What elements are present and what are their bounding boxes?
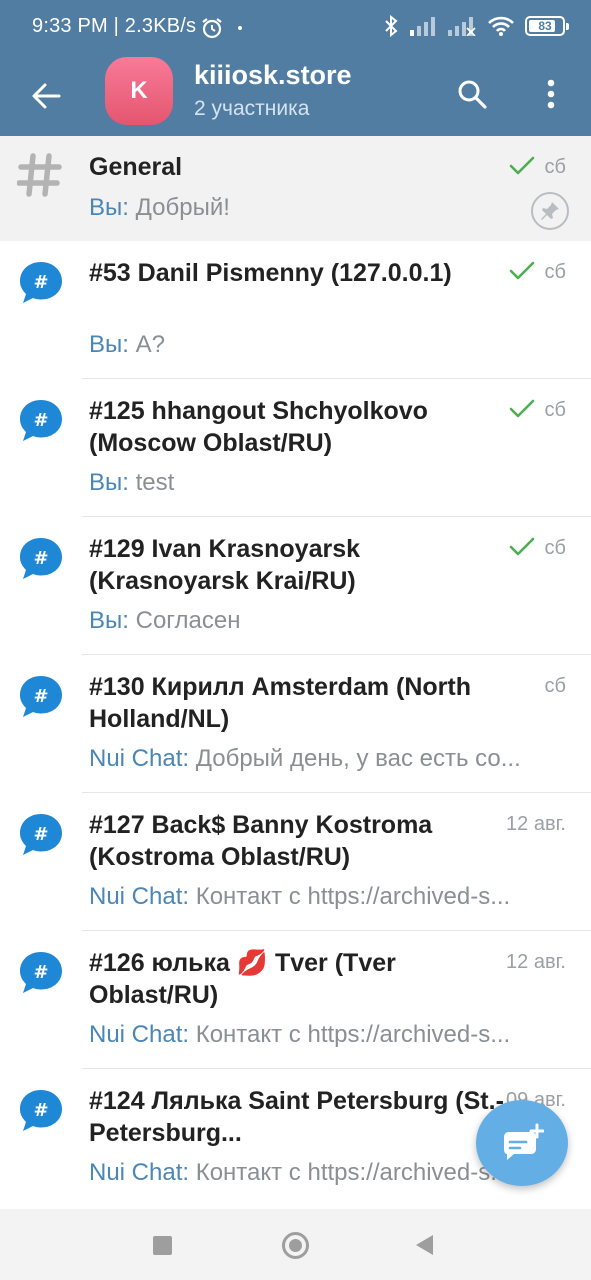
preview-text: Контакт с https://archived-s...	[189, 1021, 511, 1048]
arrow-left-icon	[32, 83, 61, 109]
more-vertical-icon	[547, 79, 555, 109]
read-check-icon	[509, 399, 535, 418]
topic-hash-bubble-icon: #	[20, 952, 62, 993]
topic-name: #129 Ivan Krasnoyarsk (Krasnoyarsk Krai/…	[89, 535, 361, 595]
preview-text: Контакт с https://archived-s...	[189, 883, 511, 910]
more-options-button[interactable]	[528, 70, 574, 118]
preview-text: Согласен	[128, 607, 241, 634]
svg-text:#: #	[33, 548, 48, 569]
search-icon	[458, 80, 487, 109]
group-title[interactable]: kiiiosk.store	[194, 60, 352, 91]
topic-date: сб	[544, 399, 566, 421]
topic-preview: Вы: А?	[89, 331, 559, 359]
back-button[interactable]	[22, 72, 70, 120]
status-bar: 9:33 PM | 2.3KB/s 83	[0, 0, 591, 56]
group-avatar[interactable]: K	[105, 57, 173, 125]
new-topic-button[interactable]	[476, 1100, 568, 1186]
topic-row[interactable]: # #129 Ivan Krasnoyarsk (Krasnoyarsk Kra…	[0, 517, 591, 655]
new-message-icon	[504, 1123, 544, 1160]
pin-icon	[531, 192, 569, 230]
chat-header: K kiiiosk.store 2 участника	[0, 56, 591, 136]
dot-icon	[238, 26, 242, 30]
topic-name: #127 Back$ Banny Kostroma (Kostroma Obla…	[89, 811, 433, 871]
topic-hash-bubble-icon: #	[20, 538, 62, 579]
preview-sender: Вы:	[89, 194, 129, 221]
preview-sender: Nui Chat:	[89, 745, 190, 772]
topic-preview: Вы: Добрый!	[89, 194, 559, 222]
topic-preview: Вы: test	[89, 469, 559, 497]
topic-name: #126 юлька 💋 Tver (Tver Oblast/RU)	[89, 949, 396, 1009]
search-button[interactable]	[448, 70, 496, 118]
status-icons: 83	[383, 14, 569, 38]
status-time: 9:33 PM | 2.3KB/s	[32, 15, 197, 37]
svg-text:#: #	[33, 410, 48, 431]
topic-name: #130 Кирилл Amsterdam (North Holland/NL)	[89, 673, 472, 733]
topic-date: сб	[544, 537, 566, 559]
avatar-letter: K	[130, 77, 148, 104]
topic-row[interactable]: # #125 hhangout Shchyolkovo (Moscow Obla…	[0, 379, 591, 517]
preview-text: Добрый день, у вас есть со...	[189, 745, 521, 772]
preview-sender: Nui Chat:	[89, 883, 190, 910]
topic-row-general[interactable]: General сб Вы: Добрый!	[0, 136, 591, 241]
topic-preview: Nui Chat: Добрый день, у вас есть со...	[89, 745, 559, 773]
svg-text:#: #	[33, 1100, 48, 1121]
topic-hash-bubble-icon: #	[20, 814, 62, 855]
battery-level: 83	[538, 19, 552, 33]
svg-text:#: #	[33, 686, 48, 707]
recents-icon[interactable]	[153, 1236, 172, 1255]
preview-text: Контакт с https://archived-s...	[189, 1159, 511, 1186]
svg-text:#: #	[33, 824, 48, 845]
topic-name: #53 Danil Pismenny (127.0.0.1)	[89, 259, 452, 287]
topic-date: сб	[544, 156, 566, 178]
preview-sender: Nui Chat:	[89, 1021, 190, 1048]
topic-name: #125 hhangout Shchyolkovo (Moscow Oblast…	[89, 397, 428, 457]
topic-row[interactable]: # #53 Danil Pismenny (127.0.0.1) сб Вы: …	[0, 241, 591, 379]
svg-text:#: #	[33, 272, 48, 293]
hash-icon	[17, 153, 62, 197]
back-triangle-icon[interactable]	[416, 1235, 433, 1255]
topic-date: 12 авг.	[506, 813, 566, 835]
wifi-icon	[488, 16, 514, 36]
read-check-icon	[509, 156, 535, 175]
topic-hash-bubble-icon: #	[20, 262, 62, 303]
topic-date: сб	[544, 675, 566, 697]
preview-text: test	[128, 469, 175, 496]
read-check-icon	[509, 261, 535, 280]
topic-hash-bubble-icon: #	[20, 400, 62, 441]
topic-list: General сб Вы: Добрый! # #53 Danil Pisme…	[0, 136, 591, 1207]
svg-text:#: #	[33, 962, 48, 983]
battery-icon: 83	[525, 16, 569, 36]
preview-sender: Вы:	[89, 469, 129, 496]
topic-date: 12 авг.	[506, 951, 566, 973]
preview-sender: Вы:	[89, 607, 129, 634]
home-icon[interactable]	[282, 1232, 309, 1259]
group-subtitle: 2 участника	[194, 97, 310, 120]
topic-preview: Вы: Согласен	[89, 607, 559, 635]
topic-name: General	[89, 153, 183, 181]
bluetooth-icon	[385, 14, 398, 38]
alarm-icon	[202, 18, 222, 39]
signal-icon	[410, 17, 435, 36]
preview-sender: Nui Chat:	[89, 1159, 190, 1186]
topic-date: сб	[544, 261, 566, 283]
signal-off-icon	[448, 17, 476, 36]
system-navigation-bar	[0, 1209, 591, 1280]
read-check-icon	[509, 537, 535, 556]
topic-row[interactable]: # #130 Кирилл Amsterdam (North Holland/N…	[0, 655, 591, 793]
topic-name: #124 Лялька Saint Petersburg (St.-Peters…	[89, 1087, 504, 1147]
topic-preview: Nui Chat: Контакт с https://archived-s..…	[89, 883, 559, 911]
topic-row[interactable]: # #126 юлька 💋 Tver (Tver Oblast/RU) 12 …	[0, 931, 591, 1069]
topic-hash-bubble-icon: #	[20, 1090, 62, 1131]
topic-hash-bubble-icon: #	[20, 676, 62, 717]
topic-row[interactable]: # #127 Back$ Banny Kostroma (Kostroma Ob…	[0, 793, 591, 931]
preview-sender: Вы:	[89, 331, 129, 358]
topic-preview: Nui Chat: Контакт с https://archived-s..…	[89, 1021, 559, 1049]
preview-text: А?	[128, 331, 165, 358]
preview-text: Добрый!	[128, 194, 230, 221]
